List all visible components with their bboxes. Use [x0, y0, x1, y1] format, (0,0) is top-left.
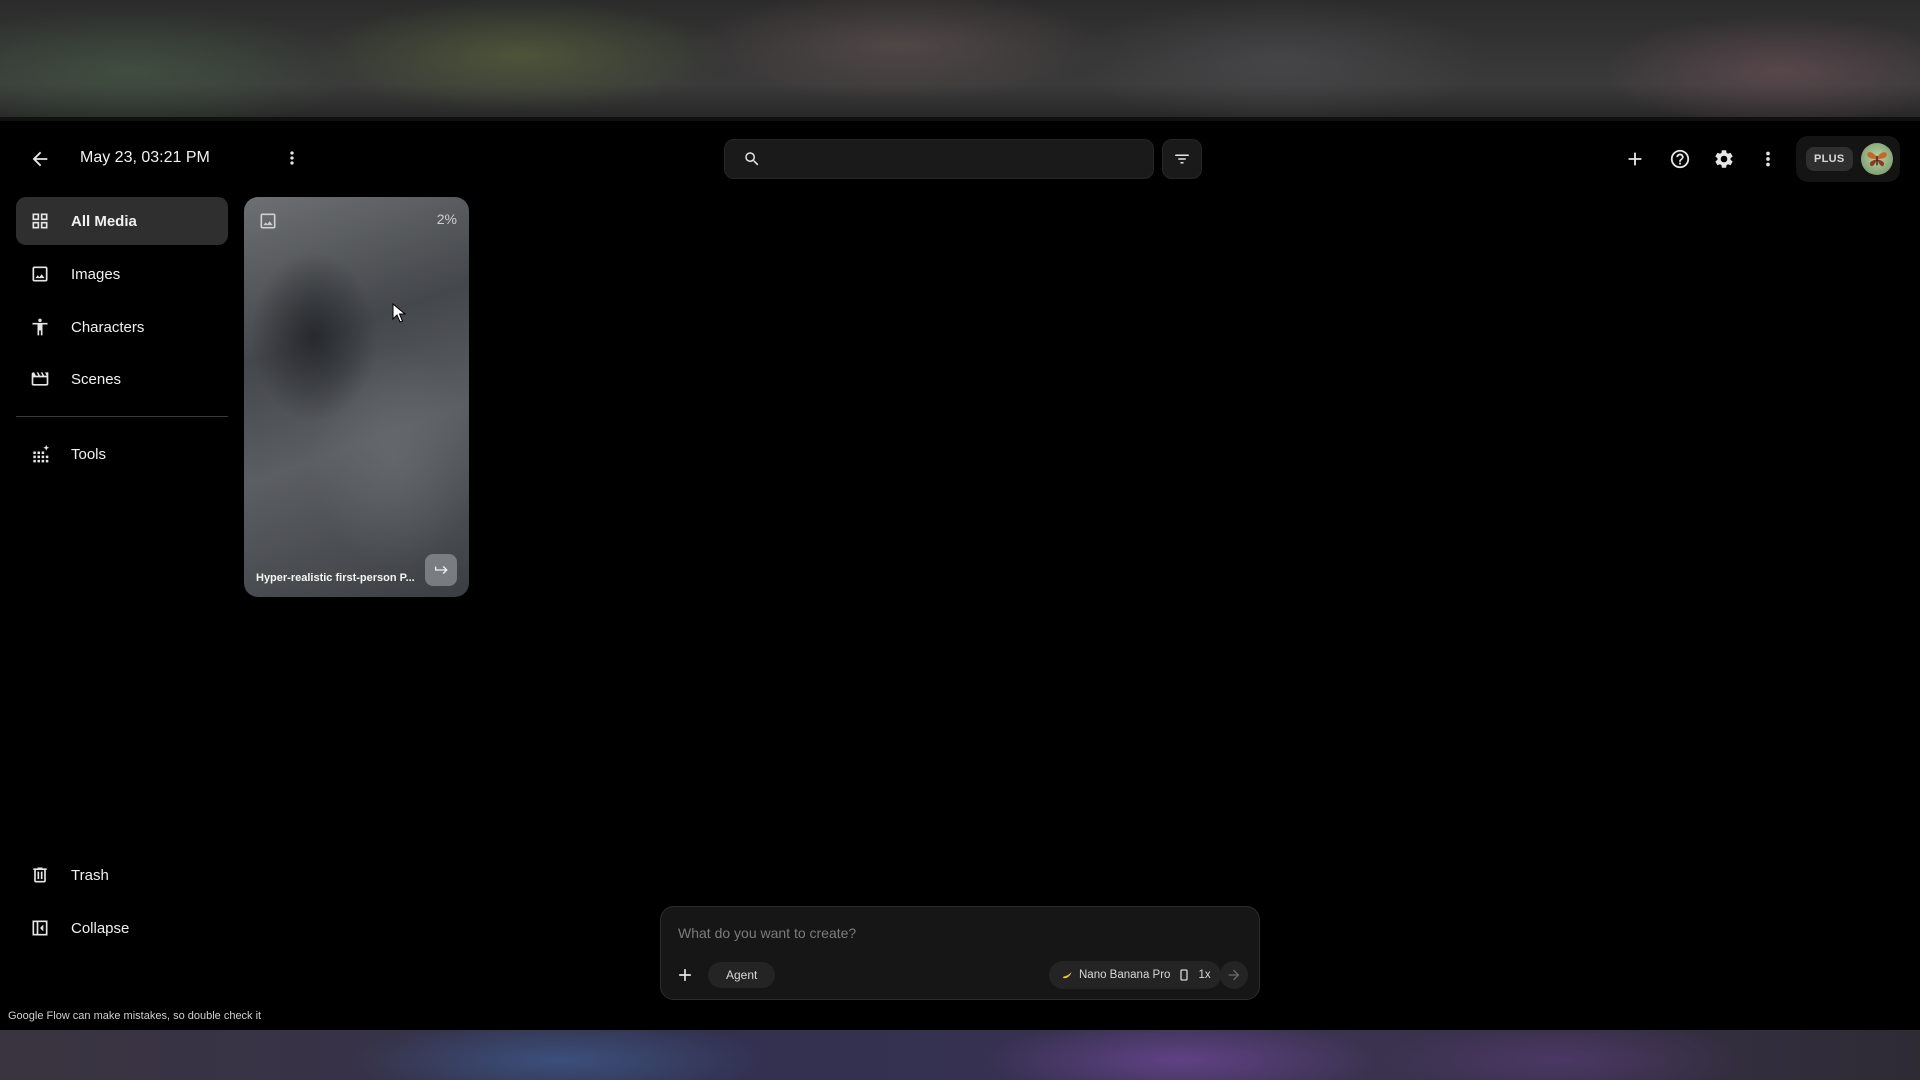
reuse-prompt-icon	[435, 566, 448, 574]
collapse-sidebar-icon	[28, 916, 52, 940]
prompt-composer: Agent Nano Banana Pro 1x	[660, 906, 1260, 1000]
settings-button[interactable]	[1707, 142, 1741, 176]
banana-icon	[1061, 969, 1073, 981]
sidebar-item-scenes[interactable]: Scenes	[16, 355, 228, 403]
butterfly-icon	[1866, 152, 1887, 167]
plus-icon	[679, 969, 691, 981]
more-vertical-icon	[290, 151, 294, 165]
sidebar-item-label: Collapse	[71, 919, 130, 937]
sidebar-item-label: Scenes	[71, 370, 122, 388]
person-icon	[28, 315, 52, 339]
prompt-input[interactable]	[678, 925, 1238, 941]
sidebar-item-label: Images	[71, 265, 121, 283]
help-icon	[1670, 149, 1690, 169]
output-count-label: 1x	[1198, 969, 1211, 981]
image-icon	[258, 211, 278, 231]
sidebar-divider	[16, 416, 228, 417]
account-menu[interactable]: PLUS	[1796, 136, 1900, 182]
filter-button[interactable]	[1162, 139, 1202, 179]
sidebar-item-characters[interactable]: Characters	[16, 303, 228, 351]
agent-toggle[interactable]: Agent	[708, 962, 776, 988]
disclaimer-text: Google Flow can make mistakes, so double…	[8, 1010, 262, 1022]
new-project-button[interactable]	[1618, 142, 1652, 176]
search-box[interactable]	[724, 139, 1154, 179]
add-attachment-button[interactable]	[671, 961, 699, 989]
search-icon	[745, 152, 759, 166]
more-options-button[interactable]	[1751, 142, 1785, 176]
reuse-prompt-button[interactable]	[425, 554, 457, 586]
generation-progress: 2%	[436, 211, 457, 227]
trash-icon	[28, 863, 52, 887]
sidebar-item-label: Characters	[71, 318, 145, 336]
sidebar-item-label: Trash	[71, 866, 109, 884]
sidebar-item-all-media[interactable]: All Media	[16, 197, 228, 245]
media-caption: Hyper-realistic first-person P...	[256, 572, 415, 584]
clapperboard-icon	[28, 367, 52, 391]
filter-icon	[1175, 154, 1189, 164]
more-vertical-icon	[1766, 151, 1770, 167]
tools-grid-icon	[28, 442, 52, 466]
sidebar-item-collapse[interactable]: Collapse	[16, 904, 228, 952]
header-left	[24, 140, 56, 178]
image-icon	[28, 262, 52, 286]
arrow-left-icon	[32, 151, 48, 167]
sidebar-item-label: All Media	[71, 212, 137, 230]
plus-icon	[1628, 152, 1642, 166]
sidebar-item-images[interactable]: Images	[16, 250, 228, 298]
sidebar-item-label: Tools	[71, 445, 107, 463]
send-button[interactable]	[1220, 961, 1248, 989]
model-selector[interactable]: Nano Banana Pro 1x	[1049, 961, 1221, 989]
top-blurred-backdrop	[0, 0, 1920, 121]
help-button[interactable]	[1663, 142, 1697, 176]
mouse-cursor-icon	[392, 303, 406, 323]
bottom-blurred-backdrop	[0, 1030, 1920, 1080]
aspect-ratio-portrait-icon	[1180, 969, 1189, 981]
sidebar-item-trash[interactable]: Trash	[16, 851, 228, 899]
avatar[interactable]	[1860, 143, 1893, 175]
project-more-button[interactable]	[280, 146, 304, 170]
gear-icon	[1715, 150, 1733, 168]
media-card[interactable]: 2% Hyper-realistic first-person P...	[244, 197, 469, 597]
sidebar-item-tools[interactable]: Tools	[16, 430, 228, 478]
agent-label: Agent	[726, 968, 758, 982]
grid-icon	[28, 209, 52, 233]
search-input[interactable]	[773, 151, 1133, 167]
project-title: May 23, 03:21 PM	[80, 149, 210, 166]
arrow-right-icon	[1228, 969, 1240, 981]
back-button[interactable]	[24, 143, 56, 175]
plan-badge: PLUS	[1806, 147, 1853, 171]
model-label: Nano Banana Pro	[1079, 969, 1171, 981]
